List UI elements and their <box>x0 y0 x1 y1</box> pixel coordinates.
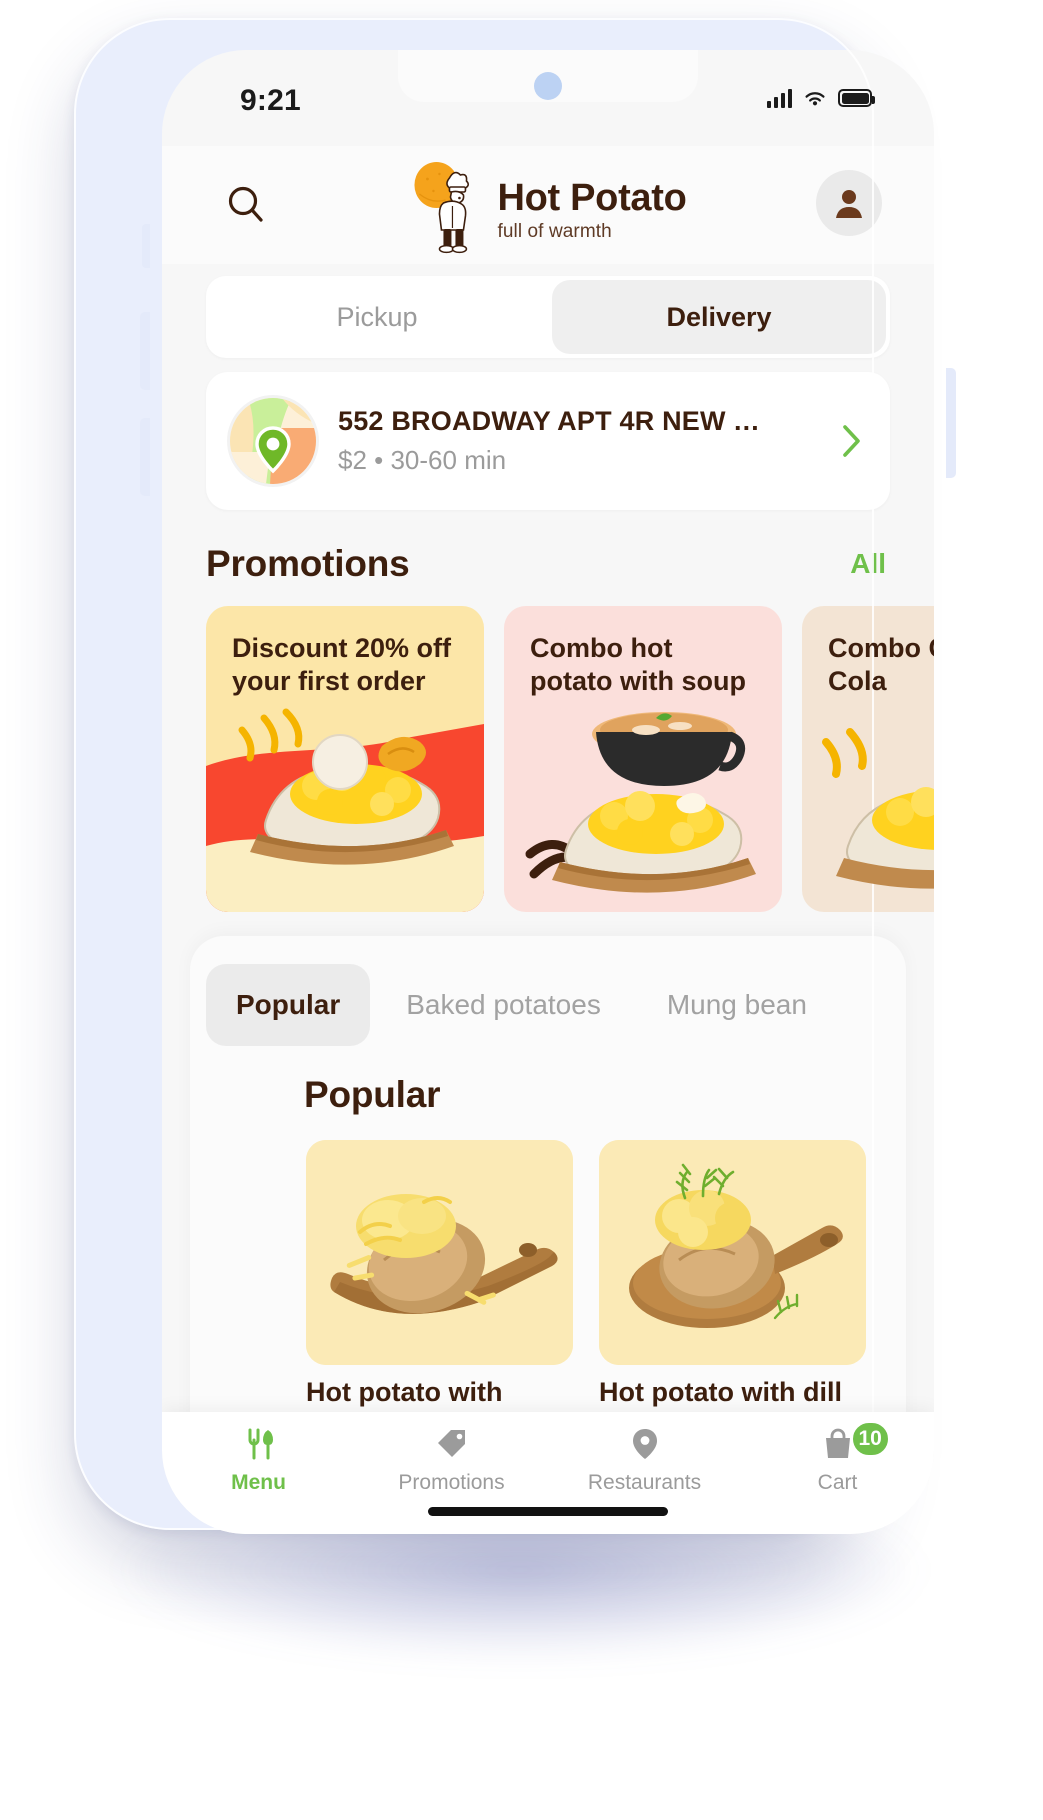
product-photo <box>306 1140 573 1365</box>
phone-screen: 9:21 Hot Potato full of warmth Pickup De… <box>162 50 934 1534</box>
promotions-carousel[interactable]: Discount 20% off your first order Combo … <box>206 606 934 912</box>
address-text-block: 552 BROADWAY APT 4R NEW YORK... $2 • 30-… <box>338 406 838 476</box>
menu-panel: Popular Baked potatoes Mung bean Popular <box>190 936 906 1439</box>
category-tab-mung-bean[interactable]: Mung bean <box>637 964 837 1046</box>
address-meta: $2 • 30-60 min <box>338 445 507 475</box>
category-tabs[interactable]: Popular Baked potatoes Mung bean <box>206 962 906 1048</box>
nav-label: Restaurants <box>587 1471 702 1494</box>
shopping-bag-icon <box>821 1424 855 1464</box>
home-indicator[interactable] <box>428 1507 668 1516</box>
volume-down-button[interactable] <box>140 418 150 496</box>
category-tab-baked-potatoes[interactable]: Baked potatoes <box>376 964 631 1046</box>
potato-chef-mascot-icon <box>414 162 470 254</box>
address-line: 552 BROADWAY APT 4R NEW YORK... <box>338 406 778 436</box>
brand-text: Hot Potato full of warmth <box>497 171 686 244</box>
promo-card-soup-combo[interactable]: Combo hot potato with soup <box>504 606 782 912</box>
wifi-icon <box>805 91 825 105</box>
search-icon[interactable] <box>216 174 276 234</box>
map-pin-thumbnail-icon <box>230 398 316 484</box>
nav-item-restaurants[interactable]: Restaurants <box>565 1424 725 1495</box>
promotions-section-header: Promotions All <box>206 534 890 594</box>
status-indicators <box>767 88 875 108</box>
promotions-see-all-link[interactable]: All <box>850 548 890 580</box>
product-image-dill-potato <box>599 1140 866 1365</box>
delivery-mode-toggle: Pickup Delivery <box>206 276 890 358</box>
main-content: Pickup Delivery 552 BROADWAY APT 4R NEW … <box>162 264 934 1438</box>
cutlery-icon <box>242 1424 276 1464</box>
product-photo <box>599 1140 866 1365</box>
volume-up-button[interactable] <box>140 312 150 390</box>
brand-tagline: full of warmth <box>497 221 612 243</box>
cellular-signal-icon <box>767 88 792 108</box>
nav-item-menu[interactable]: Menu <box>179 1424 339 1495</box>
promo-card-discount[interactable]: Discount 20% off your first order <box>206 606 484 912</box>
promo-card-title: Discount 20% off your first order <box>232 633 452 696</box>
chevron-right-icon[interactable] <box>838 421 864 461</box>
promotions-title: Promotions <box>206 543 410 584</box>
nav-label: Promotions <box>398 1471 505 1494</box>
product-image-cheese-potato <box>306 1140 573 1365</box>
front-camera-icon <box>534 72 562 100</box>
promo-card-cola-combo[interactable]: Combo Coca Cola <box>802 606 934 912</box>
nav-label: Menu <box>231 1471 286 1494</box>
product-name: Hot potato with dill <box>599 1377 842 1407</box>
power-button[interactable] <box>946 368 956 478</box>
phone-device-frame: 9:21 Hot Potato full of warmth Pickup De… <box>74 18 956 1534</box>
tag-icon <box>435 1424 469 1464</box>
nav-item-cart[interactable]: 10 Cart <box>758 1420 918 1495</box>
brand-logo[interactable]: Hot Potato full of warmth <box>409 158 687 256</box>
brand-title: Hot Potato <box>497 176 687 219</box>
app-header: Hot Potato full of warmth <box>162 146 934 264</box>
tab-pickup[interactable]: Pickup <box>210 280 544 354</box>
battery-full-icon <box>838 89 875 107</box>
tab-delivery[interactable]: Delivery <box>552 280 886 354</box>
product-card[interactable]: Hot potato with cheese <box>306 1140 573 1439</box>
category-tab-popular[interactable]: Popular <box>206 964 371 1046</box>
location-pin-icon <box>628 1424 662 1464</box>
nav-label: Cart <box>817 1471 858 1494</box>
status-bar: 9:21 <box>162 50 934 146</box>
popular-section-title: Popular <box>304 1074 441 1115</box>
promo-card-title: Combo Coca Cola <box>828 633 934 696</box>
product-grid: Hot potato with cheese <box>306 1140 866 1439</box>
status-time: 9:21 <box>240 84 301 117</box>
product-card[interactable]: Hot potato with dill <box>599 1140 866 1439</box>
delivery-address-card[interactable]: 552 BROADWAY APT 4R NEW YORK... $2 • 30-… <box>206 372 890 510</box>
promo-card-title: Combo hot potato with soup <box>530 633 746 696</box>
silent-switch-button[interactable] <box>142 224 150 268</box>
nav-item-promotions[interactable]: Promotions <box>372 1424 532 1495</box>
cart-badge: 10 <box>849 1420 891 1458</box>
screenshot-canvas: 9:21 Hot Potato full of warmth Pickup De… <box>0 0 1043 1820</box>
user-avatar-icon[interactable] <box>816 170 882 236</box>
